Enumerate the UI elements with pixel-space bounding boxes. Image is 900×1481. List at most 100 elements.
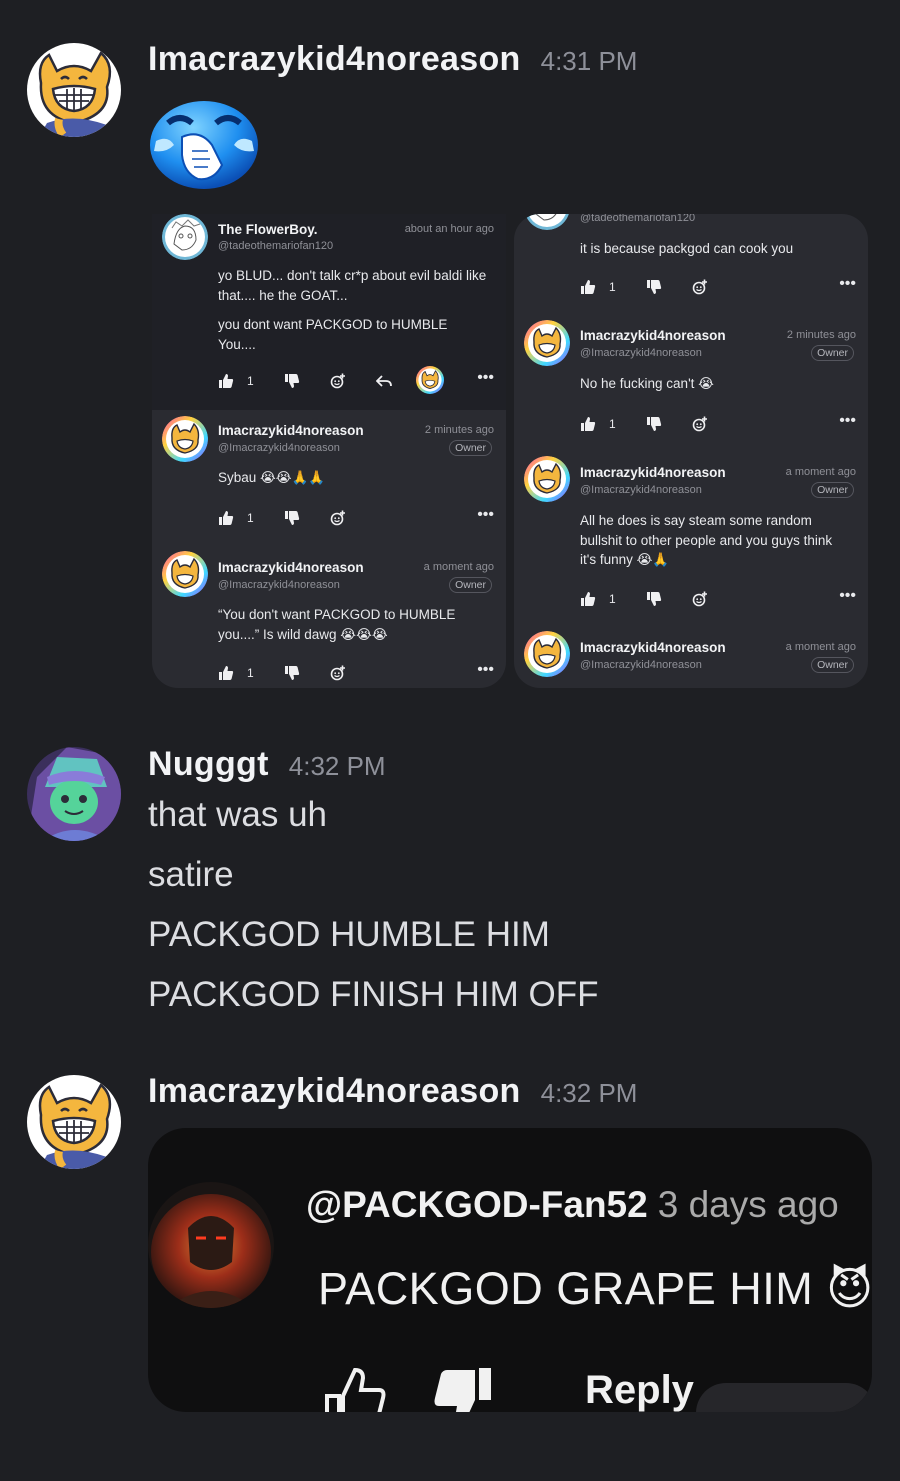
comment: Imacrazykid4noreason @Imacrazykid4noreas… [514,450,868,626]
comment-handle: @Imacrazykid4noreason [218,442,340,454]
message-text: PACKGOD FINISH HIM OFF [148,975,599,1014]
comment-actions: 1 ••• [218,661,494,683]
comment-text: PACKGOD GRAPE HIM 😈 [318,1263,872,1314]
overlay-pill [696,1383,872,1412]
message-header: Imacrazykid4noreason 4:32 PM [148,1072,637,1111]
more-options-icon[interactable]: ••• [477,369,494,387]
avatar[interactable] [162,214,208,260]
user-avatar[interactable] [27,747,121,841]
like-count: 1 [609,280,616,294]
comment-handle-row: @PACKGOD-Fan52 3 days ago [306,1184,839,1226]
attachment-image-comment[interactable]: @PACKGOD-Fan52 3 days ago PACKGOD GRAPE H… [148,1128,872,1412]
comment-author[interactable]: Imacrazykid4noreason [580,640,726,655]
more-options-icon[interactable]: ••• [477,661,494,679]
message-header: Imacrazykid4noreason 4:31 PM [148,40,637,79]
owner-badge: Owner [449,440,492,456]
avatar[interactable] [162,551,208,597]
comment-actions: 1 ••• [218,506,494,528]
reply-button[interactable]: Reply [585,1368,694,1412]
thumbs-up-icon[interactable] [580,591,596,607]
message-text: satire [148,855,234,894]
comment-time: a moment ago [785,466,856,478]
comment-handle: @Imacrazykid4noreason [580,659,702,671]
thumbs-up-icon[interactable] [580,416,596,432]
user-avatar[interactable] [27,43,121,137]
comment-text: yo BLUD... don't talk cr*p about evil ba… [218,268,487,303]
facepalm-emoji-icon [148,95,260,190]
comment-actions: 1 ••• [218,373,494,391]
like-count: 1 [609,417,616,431]
comment-handle: @tadeothemariofan120 [580,214,696,224]
comment-time: 2 minutes ago [786,329,856,341]
comment-screenshot-left: The FlowerBoy. @tadeothemariofan120 abou… [152,214,506,688]
comment: Imacrazykid4noreason @Imacrazykid4noreas… [514,626,868,688]
thumbs-down-icon[interactable] [284,373,300,389]
comment-text: No he fucking can't 😭 [580,376,714,391]
message-header: Nugggt 4:32 PM [148,745,386,784]
timestamp: 4:32 PM [288,751,386,781]
remix-icon[interactable] [692,279,708,295]
comment-author[interactable]: Imacrazykid4noreason [580,328,726,343]
comment-handle: @Imacrazykid4noreason [218,579,340,591]
reply-icon[interactable] [376,373,392,389]
like-count: 1 [247,374,254,388]
replier-avatar[interactable] [416,366,444,394]
comment: Imacrazykid4noreason @Imacrazykid4noreas… [152,410,506,547]
comment-actions: 1 ••• [580,275,856,297]
comment-handle: @tadeothemariofan120 [218,240,334,252]
owner-badge: Owner [811,482,854,498]
thumbs-down-icon[interactable] [284,665,300,681]
message-group-2: Nugggt 4:32 PM that was uh satire PACKGO… [0,700,900,1040]
username[interactable]: Nugggt [148,745,269,784]
comment-handle[interactable]: @PACKGOD-Fan52 [306,1184,648,1225]
comment-time: about an hour ago [404,223,494,235]
fire-avatar [148,1182,274,1308]
comment-text: All he does is say steam some random bul… [580,513,833,567]
comment-time: 3 days ago [657,1184,839,1225]
avatar[interactable] [524,214,570,230]
thumbs-down-icon[interactable] [431,1364,495,1412]
more-options-icon[interactable]: ••• [839,412,856,430]
remix-icon[interactable] [330,510,346,526]
thumbs-up-icon[interactable] [218,665,234,681]
avatar[interactable] [524,456,570,502]
thumbs-down-icon[interactable] [646,416,662,432]
avatar[interactable] [162,416,208,462]
thumbs-up-icon[interactable] [580,279,596,295]
more-options-icon[interactable]: ••• [477,506,494,524]
thumbs-down-icon[interactable] [284,510,300,526]
comment-author[interactable]: The FlowerBoy. [218,222,318,237]
thumbs-up-icon[interactable] [218,373,234,389]
remix-icon[interactable] [692,416,708,432]
comment-author[interactable]: Imacrazykid4noreason [580,465,726,480]
message-text: that was uh [148,795,327,834]
avatar[interactable] [524,320,570,366]
owner-badge: Owner [449,577,492,593]
comment: Imacrazykid4noreason @Imacrazykid4noreas… [152,547,506,688]
thumbs-up-icon[interactable] [323,1366,387,1412]
remix-icon[interactable] [330,665,346,681]
comment-text: it is because packgod can cook you [580,241,794,256]
message-group-1: Imacrazykid4noreason 4:31 PM The FlowerB… [0,0,900,700]
timestamp: 4:32 PM [540,1078,638,1108]
remix-icon[interactable] [330,373,346,389]
comment-text: you dont want PACKGOD to HUMBLE You.... [218,317,448,352]
owner-badge: Owner [811,345,854,361]
user-avatar[interactable] [27,1075,121,1169]
username[interactable]: Imacrazykid4noreason [148,40,521,79]
comment: Imacrazykid4noreason @Imacrazykid4noreas… [514,314,868,450]
more-options-icon[interactable]: ••• [839,587,856,605]
comment-author[interactable]: Imacrazykid4noreason [218,560,364,575]
comment-author[interactable]: Imacrazykid4noreason [218,423,364,438]
username[interactable]: Imacrazykid4noreason [148,1072,521,1111]
comment-handle: @Imacrazykid4noreason [580,347,702,359]
avatar[interactable] [524,631,570,677]
more-options-icon[interactable]: ••• [839,275,856,293]
comment: @tadeothemariofan120 it is because packg… [514,214,868,314]
remix-icon[interactable] [692,591,708,607]
timestamp: 4:31 PM [540,46,638,76]
thumbs-down-icon[interactable] [646,279,662,295]
thumbs-up-icon[interactable] [218,510,234,526]
comment-handle: @Imacrazykid4noreason [580,484,702,496]
thumbs-down-icon[interactable] [646,591,662,607]
